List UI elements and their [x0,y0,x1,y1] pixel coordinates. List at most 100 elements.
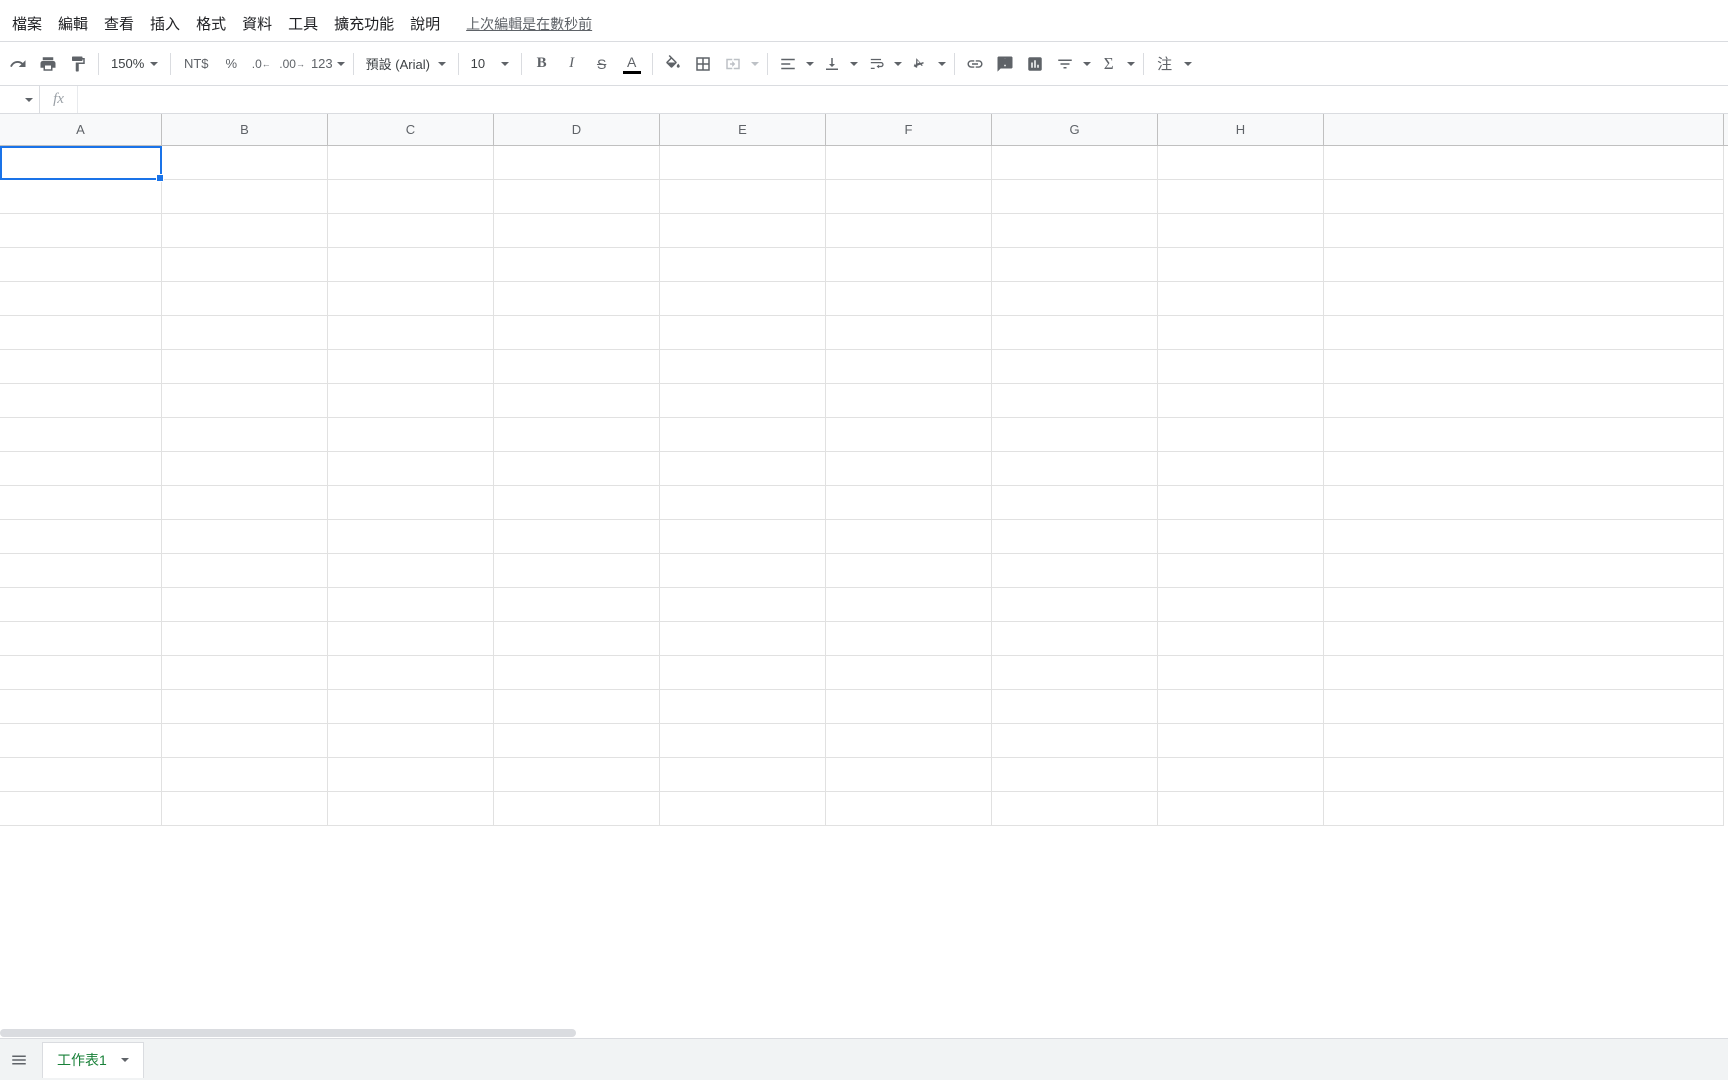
cell[interactable] [660,486,826,520]
name-box[interactable] [0,86,40,113]
cell[interactable] [1158,758,1324,792]
cell[interactable] [494,622,660,656]
cell[interactable] [494,350,660,384]
cell[interactable] [1158,554,1324,588]
sheet-tab-active[interactable]: 工作表1 [42,1042,144,1078]
cell[interactable] [328,350,494,384]
cell[interactable] [1324,316,1724,350]
font-size-select[interactable]: 10 [465,50,515,78]
column-header-D[interactable]: D [494,114,660,145]
cell[interactable] [162,758,328,792]
hscroll-thumb[interactable] [0,1029,576,1037]
cell[interactable] [1324,418,1724,452]
cell[interactable] [826,248,992,282]
hscroll-track[interactable] [0,1028,1728,1038]
cell[interactable] [1158,486,1324,520]
cell[interactable] [826,656,992,690]
cell[interactable] [0,724,162,758]
cell[interactable] [162,214,328,248]
paint-format-button[interactable] [64,50,92,78]
column-header-A[interactable]: A [0,114,162,145]
cell[interactable] [992,690,1158,724]
text-wrap-button[interactable] [862,50,890,78]
cell[interactable] [992,724,1158,758]
cell[interactable] [0,656,162,690]
cell[interactable] [328,282,494,316]
cell[interactable] [826,554,992,588]
cell[interactable] [660,520,826,554]
cell[interactable] [660,554,826,588]
cell[interactable] [0,622,162,656]
cell[interactable] [162,588,328,622]
cell[interactable] [1324,554,1724,588]
menu-extensions[interactable]: 擴充功能 [326,9,402,38]
menu-format[interactable]: 格式 [188,9,234,38]
text-rotation-menu[interactable] [936,50,948,78]
fill-color-button[interactable] [659,50,687,78]
cell[interactable] [162,724,328,758]
cell[interactable] [1324,690,1724,724]
cell[interactable] [992,622,1158,656]
text-rotation-button[interactable] [906,50,934,78]
cell[interactable] [660,656,826,690]
cell[interactable] [494,792,660,826]
cell[interactable] [1324,214,1724,248]
cell[interactable] [328,724,494,758]
cell[interactable] [992,214,1158,248]
cell[interactable] [660,418,826,452]
cell[interactable] [494,316,660,350]
bold-button[interactable]: B [528,50,556,78]
italic-button[interactable]: I [558,50,586,78]
cell[interactable] [1324,656,1724,690]
cell[interactable] [162,350,328,384]
menu-data[interactable]: 資料 [234,9,280,38]
horizontal-align-button[interactable] [774,50,802,78]
cell[interactable] [992,248,1158,282]
cell[interactable] [1158,146,1324,180]
cell[interactable] [0,214,162,248]
cell[interactable] [1158,214,1324,248]
redo-button[interactable] [4,50,32,78]
cell[interactable] [1158,724,1324,758]
print-button[interactable] [34,50,62,78]
cell[interactable] [826,588,992,622]
cell[interactable] [826,792,992,826]
merge-cells-menu[interactable] [749,50,761,78]
number-format-button[interactable]: 123 [309,50,347,78]
cell[interactable] [1158,452,1324,486]
cell[interactable] [0,554,162,588]
cell[interactable] [826,486,992,520]
menu-help[interactable]: 說明 [402,9,448,38]
cell[interactable] [162,622,328,656]
horizontal-align-menu[interactable] [804,50,816,78]
cell[interactable] [1324,792,1724,826]
cell[interactable] [328,622,494,656]
decrease-decimal-button[interactable]: .0← [247,50,275,78]
cell[interactable] [1324,758,1724,792]
cell[interactable] [328,520,494,554]
cell[interactable] [1158,282,1324,316]
vertical-align-button[interactable] [818,50,846,78]
cell[interactable] [826,350,992,384]
cell[interactable] [162,452,328,486]
cell[interactable] [1324,622,1724,656]
cell[interactable] [1324,520,1724,554]
cell[interactable] [1324,248,1724,282]
functions-menu[interactable] [1125,50,1137,78]
cell[interactable] [162,520,328,554]
cell[interactable] [0,792,162,826]
cell[interactable] [1158,656,1324,690]
cell[interactable] [826,180,992,214]
cell[interactable] [162,486,328,520]
cell[interactable] [1324,180,1724,214]
cell[interactable] [1324,588,1724,622]
cell[interactable] [494,486,660,520]
cell[interactable] [992,180,1158,214]
percent-format-button[interactable]: % [217,50,245,78]
cell[interactable] [0,316,162,350]
cell[interactable] [660,214,826,248]
menu-edit[interactable]: 編輯 [50,9,96,38]
cell[interactable] [826,622,992,656]
menu-file[interactable]: 檔案 [4,9,50,38]
cell[interactable] [992,486,1158,520]
